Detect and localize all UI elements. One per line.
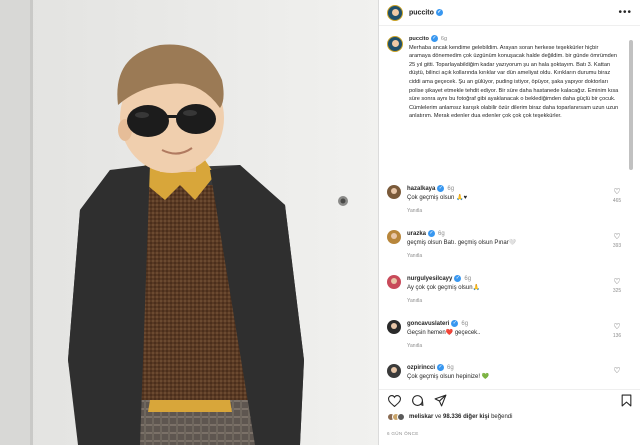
- more-dots-icon[interactable]: •••: [618, 7, 632, 18]
- caption-body: puccito ✓ 6g Merhaba ancak kendime gelebil…: [409, 35, 621, 121]
- comment-username[interactable]: goncavuslateri: [407, 321, 449, 327]
- comment-like-count: 393: [612, 243, 622, 249]
- heart-icon[interactable]: ♡: [609, 277, 625, 286]
- likes-suffix: beğendi: [491, 414, 513, 420]
- comment-item: ozpirincci ✓ 6g Çok geçmiş olsun hepinize!…: [387, 364, 625, 382]
- comment-username[interactable]: hazalkaya: [407, 186, 435, 192]
- bookmark-icon[interactable]: [619, 394, 633, 408]
- comment-like[interactable]: ♡ 325: [609, 277, 625, 294]
- likes-text: meliskar ve 98.336 diğer kişi beğendi: [409, 414, 512, 420]
- post-panel: puccito ✓ ••• puccito ✓ 6g Merhaba ancak ke…: [378, 0, 640, 445]
- comment-time: 6g: [438, 231, 445, 238]
- comment-like[interactable]: ♡ 393: [609, 232, 625, 249]
- comment-body: hazalkaya ✓ 6g Çok geçmiş olsun 🙏♥ Yanıtla: [407, 185, 597, 216]
- post-photo[interactable]: [0, 0, 378, 445]
- reply-link[interactable]: Yanıtla: [407, 342, 597, 351]
- author-avatar[interactable]: [387, 4, 403, 21]
- author-username[interactable]: puccito ✓: [409, 8, 443, 16]
- comment-avatar[interactable]: [387, 185, 401, 199]
- post-date: 6 GÜN ÖNCE: [387, 431, 419, 436]
- verified-badge-icon: ✓: [437, 364, 445, 371]
- first-liker[interactable]: meliskar: [409, 414, 433, 420]
- verified-badge-icon: ✓: [454, 275, 462, 282]
- caption: puccito ✓ 6g Merhaba ancak kendime gelebil…: [379, 27, 629, 121]
- comment-like[interactable]: ♡ 136: [609, 322, 625, 339]
- comment-username[interactable]: urazka: [407, 231, 426, 237]
- reply-link[interactable]: Yanıtla: [407, 252, 597, 261]
- comment-text: Ay çok çok geçmiş olsun🙏: [407, 285, 481, 292]
- reply-link[interactable]: Yanıtla: [407, 207, 597, 216]
- feed-scrollbar[interactable]: [629, 40, 633, 170]
- comment-avatar[interactable]: [387, 364, 401, 378]
- reply-link[interactable]: Yanıtla: [407, 297, 597, 306]
- comment-like[interactable]: ♡: [609, 366, 625, 375]
- comment-item: hazalkaya ✓ 6g Çok geçmiş olsun 🙏♥ Yanıtla…: [387, 185, 625, 216]
- author-username-text[interactable]: puccito: [409, 9, 434, 16]
- verified-badge-icon: ✓: [435, 8, 443, 16]
- comment-time: 6g: [447, 186, 455, 193]
- verified-badge-icon: ✓: [428, 230, 436, 237]
- comments-feed[interactable]: puccito ✓ 6g Merhaba ancak kendime gelebil…: [379, 27, 629, 387]
- comment-text: Geçsin hemen❤️ geçecek..: [407, 330, 481, 337]
- comment-like-count: 465: [612, 198, 622, 204]
- comment-body: ozpirincci ✓ 6g Çok geçmiş olsun hepinize!…: [407, 364, 597, 382]
- comment-item: nurgulyesilcayy ✓ 6g Ay çok çok geçmiş ols…: [387, 275, 625, 306]
- heart-icon[interactable]: ♡: [609, 187, 625, 196]
- verified-badge-icon: ✓: [437, 185, 445, 192]
- comment-like[interactable]: ♡ 465: [609, 187, 625, 204]
- heart-icon[interactable]: ♡: [609, 322, 625, 331]
- share-icon[interactable]: [433, 394, 447, 408]
- comment-time: 6g: [447, 365, 454, 372]
- heart-icon[interactable]: ♡: [609, 232, 625, 241]
- comment-item: urazka ✓ 6g geçmiş olsun Batı. geçmiş olsu…: [387, 230, 625, 261]
- comment-body: goncavuslateri ✓ 6g Geçsin hemen❤️ geçecek…: [407, 320, 597, 351]
- verified-badge-icon: ✓: [430, 35, 438, 43]
- post-header: puccito ✓ •••: [379, 0, 640, 26]
- liker-avatar: [397, 413, 405, 421]
- comment-username[interactable]: ozpirincci: [407, 365, 435, 371]
- comment-avatar[interactable]: [387, 320, 401, 334]
- heart-icon[interactable]: [387, 394, 401, 408]
- comment-text: geçmiş olsun Batı. geçmiş olsun Pınar🤍: [407, 240, 517, 247]
- comment-like-count: 325: [612, 288, 622, 294]
- comment-body: nurgulyesilcayy ✓ 6g Ay çok çok geçmiş ols…: [407, 275, 597, 306]
- comment-icon[interactable]: [410, 394, 424, 408]
- likes-connector: ve: [435, 414, 442, 420]
- comment-item: goncavuslateri ✓ 6g Geçsin hemen❤️ geçecek…: [387, 320, 625, 351]
- verified-badge-icon: ✓: [451, 320, 459, 327]
- comment-time: 6g: [461, 321, 469, 328]
- comment-avatar[interactable]: [387, 275, 401, 289]
- action-bar: [379, 389, 640, 411]
- comment-time: 6g: [464, 276, 472, 283]
- heart-icon[interactable]: ♡: [609, 366, 625, 375]
- comment-body: urazka ✓ 6g geçmiş olsun Batı. geçmiş olsu…: [407, 230, 597, 261]
- post-image: [0, 0, 378, 445]
- comment-text: Çok geçmiş olsun hepinize! 💚: [407, 374, 490, 381]
- likes-count[interactable]: 98.336 diğer kişi: [443, 414, 489, 420]
- caption-avatar[interactable]: [387, 36, 403, 52]
- caption-time: 6g: [440, 36, 448, 42]
- caption-username[interactable]: puccito: [409, 36, 429, 42]
- comment-text: Çok geçmiş olsun 🙏♥: [407, 195, 468, 202]
- caption-text: Merhaba ancak kendime gelebildim. Arayan…: [409, 44, 619, 120]
- comment-like-count: 136: [612, 333, 622, 339]
- likes-summary[interactable]: meliskar ve 98.336 diğer kişi beğendi: [387, 413, 512, 421]
- comment-username[interactable]: nurgulyesilcayy: [407, 276, 452, 282]
- comment-avatar[interactable]: [387, 230, 401, 244]
